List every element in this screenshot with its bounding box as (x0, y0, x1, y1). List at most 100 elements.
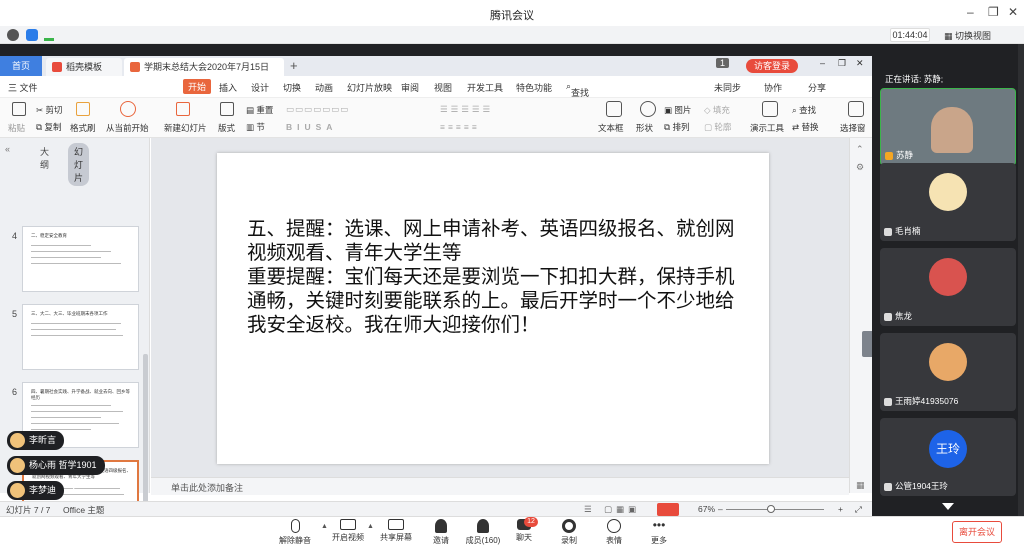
collapse-panel-icon[interactable]: « (5, 144, 10, 154)
tab-outline[interactable]: 大纲 (40, 145, 49, 171)
outline-button[interactable]: ▢ 轮廓 (704, 121, 731, 133)
window-minimize-icon[interactable]: – (820, 58, 825, 68)
select-pane-label[interactable]: 选择窗 (840, 122, 866, 134)
shape-label[interactable]: 形状 (636, 122, 653, 134)
property-icon[interactable]: ⚙ (856, 162, 864, 173)
font-name-box[interactable]: ▭▭▭▭▭▭▭ (286, 104, 349, 115)
notes-toggle-icon[interactable]: ☰ (584, 504, 592, 515)
new-slide-label[interactable]: 新建幻灯片 (164, 122, 207, 134)
fit-window-icon[interactable]: ⤢ (855, 504, 862, 515)
guest-login-button[interactable]: 访客登录 (746, 59, 798, 73)
paragraph-buttons[interactable]: ☰☰☰☰☰ (440, 104, 493, 115)
cut-button[interactable]: ✂ 剪切 (36, 104, 63, 116)
scroll-down-icon[interactable] (942, 503, 954, 510)
video-button[interactable]: 开启视频 (328, 518, 368, 543)
menu-devtools[interactable]: 开发工具 (467, 81, 503, 94)
notes-area[interactable]: 单击此处添加备注 (151, 477, 849, 495)
unmute-button[interactable]: 解除静音 (275, 518, 315, 546)
present-tools-label[interactable]: 演示工具 (750, 122, 784, 134)
play-from-current-icon[interactable] (120, 101, 136, 117)
font-style-buttons[interactable]: BIUSA (286, 122, 337, 132)
minimize-icon[interactable]: – (967, 5, 974, 19)
copy-button[interactable]: ⧉ 复制 (36, 121, 61, 133)
more-button[interactable]: ••• 更多 (639, 518, 679, 546)
reaction-button[interactable]: 表情 (594, 518, 634, 546)
grid-icon[interactable]: ▦ (856, 480, 865, 491)
sync-status[interactable]: 未同步 (714, 81, 741, 94)
slide-thumb-4[interactable]: 二、稳定安全教育 (22, 226, 139, 292)
zoom-out-icon[interactable]: – (718, 504, 723, 514)
zoom-in-icon[interactable]: + (838, 504, 843, 514)
tab-home[interactable]: 首页 (0, 56, 42, 76)
video-tile[interactable]: 苏静 (880, 88, 1016, 166)
video-panel-scrollbar[interactable] (1018, 44, 1024, 516)
record-button[interactable]: 录制 (549, 518, 589, 546)
current-slide[interactable]: 五、提醒：选课、网上申请补考、英语四级报名、就创网视频观看、青年大学生等 重要提… (217, 153, 769, 464)
zoom-slider-track[interactable] (726, 509, 824, 510)
slideshow-play-button[interactable] (657, 503, 679, 516)
share-screen-button[interactable]: 共享屏幕 (376, 518, 416, 543)
select-pane-icon[interactable] (848, 101, 864, 117)
slide-body-text[interactable]: 五、提醒：选课、网上申请补考、英语四级报名、就创网视频观看、青年大学生等 重要提… (247, 217, 737, 337)
video-tile[interactable]: 毛肖楠 (880, 163, 1016, 241)
format-painter-label[interactable]: 格式刷 (70, 122, 96, 134)
from-current-label[interactable]: 从当前开始 (106, 122, 149, 134)
section-button[interactable]: ▥ 节 (246, 121, 265, 133)
new-slide-icon[interactable] (176, 102, 190, 116)
members-button[interactable]: 成员(160) (463, 518, 503, 546)
menu-review[interactable]: 审阅 (401, 81, 419, 94)
picture-button[interactable]: ▣ 图片 (664, 104, 691, 116)
tab-template[interactable]: 稻壳模板 (46, 58, 122, 76)
zoom-slider-handle[interactable] (767, 505, 775, 513)
textbox-icon[interactable] (606, 101, 622, 117)
video-tile[interactable]: 王玲 公管1904王玲 (880, 418, 1016, 496)
menu-insert[interactable]: 插入 (219, 81, 237, 94)
menu-design[interactable]: 设计 (251, 81, 269, 94)
menu-view[interactable]: 视图 (434, 81, 452, 94)
menu-slideshow[interactable]: 幻灯片放映 (347, 81, 392, 94)
paste-icon[interactable] (12, 102, 26, 116)
switch-view-button[interactable]: ▦ 切换视图 (944, 29, 991, 42)
menu-animation[interactable]: 动画 (315, 81, 333, 94)
restore-icon[interactable]: ❐ (988, 5, 999, 19)
chevron-up-icon[interactable]: ⌃ (856, 144, 864, 155)
menu-features[interactable]: 特色功能 (516, 81, 552, 94)
window-close-icon[interactable]: ✕ (856, 58, 864, 69)
layout-icon[interactable] (220, 102, 234, 116)
slide-thumb-5[interactable]: 三、大二、大三、毕业班期末各项工作 (22, 304, 139, 370)
paste-label[interactable]: 粘贴 (8, 122, 25, 134)
shape-icon[interactable] (640, 101, 656, 117)
find-button[interactable]: ⌕ 查找 (792, 104, 816, 116)
textbox-label[interactable]: 文本框 (598, 122, 624, 134)
reset-button[interactable]: ▤ 重置 (246, 104, 273, 116)
menu-start[interactable]: 开始 (183, 79, 212, 94)
align-buttons[interactable]: ≡≡≡≡≡ (440, 122, 480, 132)
arrange-button[interactable]: ⧉ 排列 (664, 121, 689, 133)
menu-find[interactable]: ⌕ 查找 (566, 81, 589, 98)
replace-button[interactable]: ⇄ 替换 (792, 121, 819, 133)
layout-label[interactable]: 版式 (218, 122, 235, 134)
invite-button[interactable]: 邀请 (421, 518, 461, 546)
add-reaction-icon[interactable]: + (69, 478, 78, 496)
video-tile[interactable]: 焦龙 (880, 248, 1016, 326)
menu-file[interactable]: 三 文件 (8, 81, 38, 94)
info-icon[interactable] (7, 29, 19, 41)
tab-slides[interactable]: 幻灯片 (68, 143, 90, 186)
collab-button[interactable]: 协作 (764, 81, 782, 94)
thumbnail-scrollbar[interactable] (143, 354, 148, 516)
side-collapse-handle[interactable] (862, 331, 872, 357)
video-options-caret[interactable]: ▲ (367, 523, 374, 530)
fill-button[interactable]: ◇ 填充 (704, 104, 730, 116)
window-restore-icon[interactable]: ❐ (838, 58, 846, 69)
leave-meeting-button[interactable]: 离开会议 (952, 521, 1002, 543)
signal-icon[interactable] (44, 29, 54, 41)
format-painter-icon[interactable] (76, 102, 90, 116)
menu-transition[interactable]: 切换 (283, 81, 301, 94)
view-mode-icons[interactable]: ▢▦▣ (604, 504, 640, 515)
close-icon[interactable]: ✕ (1008, 5, 1018, 19)
video-tile[interactable]: 王雨婷41935076 (880, 333, 1016, 411)
shield-icon[interactable] (26, 29, 38, 41)
zoom-level[interactable]: 67% (698, 504, 715, 514)
audio-options-caret[interactable]: ▲ (321, 523, 328, 530)
present-tools-icon[interactable] (762, 101, 778, 117)
